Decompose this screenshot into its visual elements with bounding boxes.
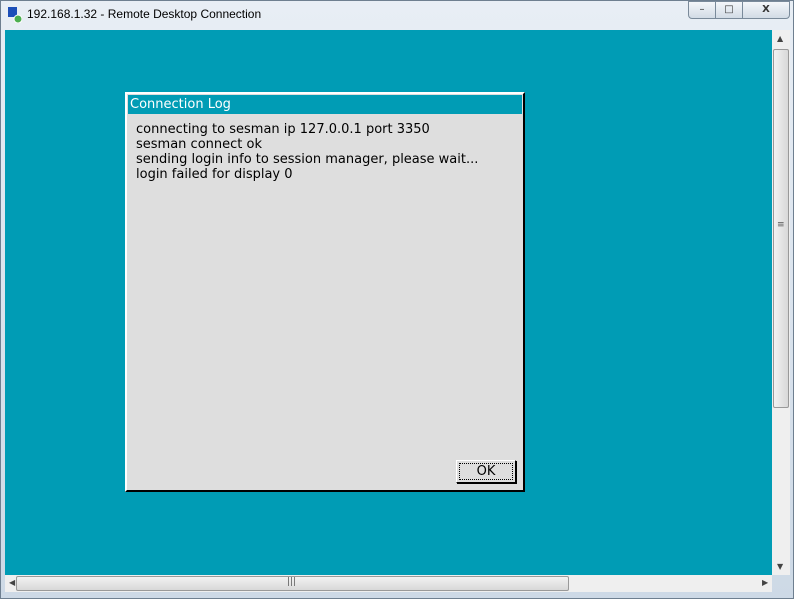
log-line: sesman connect ok — [136, 137, 262, 152]
remote-desktop-icon — [8, 7, 22, 23]
log-line: sending login info to session manager, p… — [136, 152, 479, 167]
remote-desktop-area[interactable]: Connection Log connecting to sesman ip 1… — [5, 30, 772, 575]
log-line: connecting to sesman ip 127.0.0.1 port 3… — [136, 122, 430, 137]
grip-icon: ≡ — [777, 220, 785, 230]
title-bar[interactable]: 192.168.1.32 - Remote Desktop Connection… — [1, 1, 794, 30]
ok-button[interactable]: OK — [456, 460, 516, 483]
vertical-scroll-thumb[interactable]: ≡ — [773, 49, 789, 408]
horizontal-scroll-thumb[interactable]: ||| — [16, 576, 569, 591]
minimize-button[interactable]: – — [688, 1, 716, 19]
rdp-window: 192.168.1.32 - Remote Desktop Connection… — [0, 0, 794, 599]
ok-label: OK — [459, 463, 513, 480]
scroll-right-icon[interactable]: ▶ — [762, 578, 768, 587]
dialog-title: Connection Log — [128, 95, 522, 114]
log-text: connecting to sesman ip 127.0.0.1 port 3… — [136, 122, 478, 182]
log-line: login failed for display 0 — [136, 167, 293, 182]
vertical-scrollbar[interactable]: ▲ ≡ ▼ — [772, 30, 790, 575]
grip-icon: ||| — [287, 577, 297, 587]
scroll-left-icon[interactable]: ◀ — [9, 578, 15, 587]
maximize-button[interactable]: □ — [715, 1, 743, 19]
horizontal-scrollbar[interactable]: ◀ ||| ▶ — [5, 575, 772, 592]
connection-log-dialog: Connection Log connecting to sesman ip 1… — [125, 92, 525, 492]
window-title: 192.168.1.32 - Remote Desktop Connection — [27, 7, 262, 21]
scroll-up-icon[interactable]: ▲ — [777, 34, 783, 43]
scroll-down-icon[interactable]: ▼ — [777, 562, 783, 571]
close-button[interactable]: X — [742, 1, 790, 19]
